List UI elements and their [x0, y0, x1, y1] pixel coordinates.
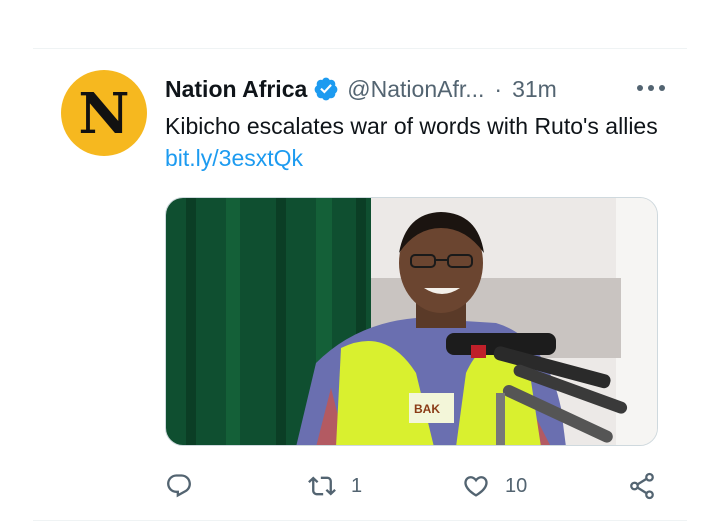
tweet-media[interactable]: BAK	[165, 197, 658, 446]
reply-icon	[167, 474, 191, 498]
retweet-count: 1	[351, 474, 363, 497]
separator-dot: ·	[494, 75, 503, 102]
retweet-button[interactable]: 1	[307, 470, 362, 502]
tweet-link[interactable]: bit.ly/3esxtQk	[165, 145, 303, 171]
tweet-body: Kibicho escalates war of words with Ruto…	[165, 113, 658, 139]
timestamp[interactable]: 31m	[512, 76, 557, 103]
tweet-header: Nation Africa @NationAfr... · 31m	[165, 73, 660, 105]
share-icon	[630, 472, 654, 500]
vest-text: BAK	[414, 402, 440, 416]
like-button[interactable]: 10	[461, 470, 527, 502]
media-photo: BAK	[166, 198, 657, 445]
bottom-divider	[33, 520, 687, 521]
avatar[interactable]: N	[61, 70, 147, 156]
retweet-icon	[308, 476, 336, 496]
reply-button[interactable]	[165, 470, 207, 502]
like-count: 10	[505, 474, 528, 497]
author-handle[interactable]: @NationAfr...	[347, 76, 484, 103]
share-button[interactable]	[627, 470, 657, 502]
more-button[interactable]	[634, 76, 668, 100]
author-name[interactable]: Nation Africa	[165, 76, 307, 103]
verified-badge-icon	[314, 77, 338, 101]
top-divider	[33, 48, 687, 49]
tweet-text: Kibicho escalates war of words with Ruto…	[165, 110, 675, 174]
avatar-letter: N	[78, 81, 130, 147]
more-icon	[637, 85, 665, 91]
like-icon	[464, 476, 488, 497]
tweet-actions: 1 10	[165, 470, 660, 502]
